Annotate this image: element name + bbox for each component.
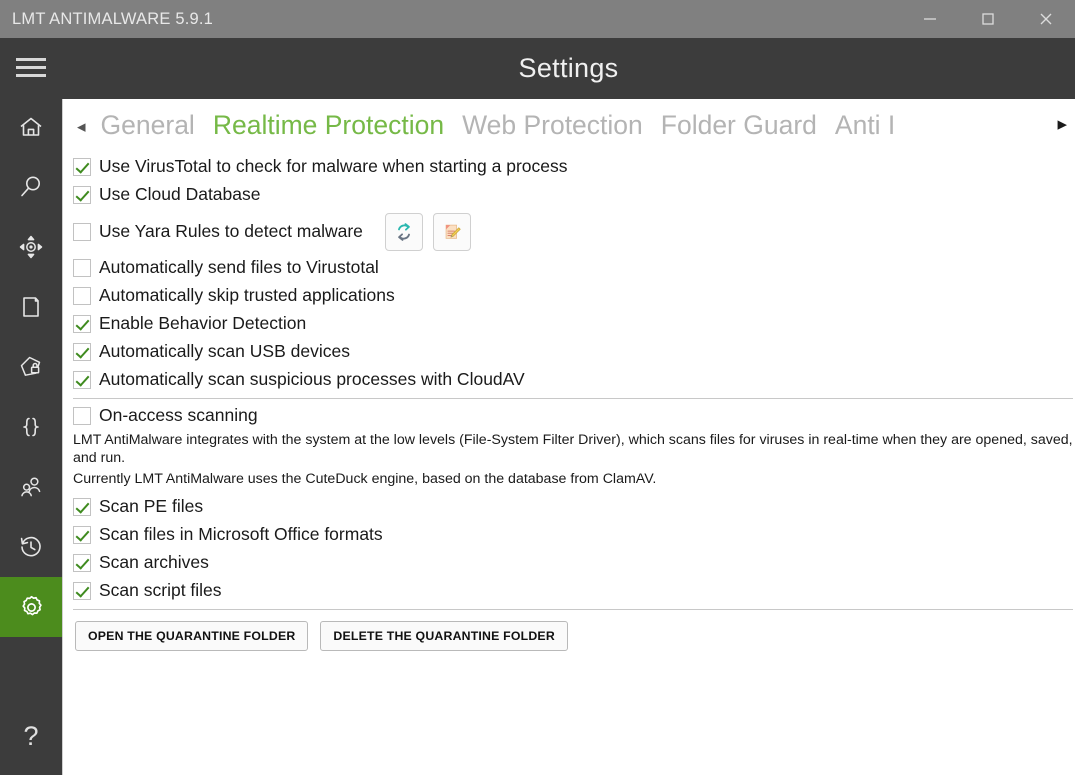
checkbox-scan-script-files[interactable] bbox=[73, 581, 91, 600]
hamburger-menu-icon[interactable] bbox=[0, 38, 62, 97]
option-row-auto-send-virustotal[interactable]: Automatically send files to Virustotal bbox=[73, 254, 1075, 282]
gear-icon bbox=[17, 593, 46, 622]
target-move-icon bbox=[17, 233, 45, 261]
option-label: Enable Behavior Detection bbox=[99, 313, 307, 334]
tab-bar: ◂ General Realtime Protection Web Protec… bbox=[63, 99, 1075, 153]
checkbox-use-virustotal[interactable] bbox=[73, 158, 91, 176]
checkbox-scan-usb[interactable] bbox=[73, 343, 91, 361]
option-row-behavior-detection[interactable]: Enable Behavior Detection bbox=[73, 310, 1075, 338]
open-quarantine-folder-button[interactable]: OPEN THE QUARANTINE FOLDER bbox=[75, 620, 309, 651]
option-label: Scan files in Microsoft Office formats bbox=[99, 523, 383, 544]
sync-refresh-icon bbox=[393, 221, 415, 243]
memo-pencil-icon bbox=[441, 221, 463, 243]
option-label: Scan script files bbox=[99, 579, 222, 600]
option-row-scan-archives[interactable]: Scan archives bbox=[73, 549, 1075, 577]
curly-braces-icon bbox=[17, 413, 45, 441]
window-controls bbox=[901, 0, 1075, 38]
checkbox-scan-archives[interactable] bbox=[73, 553, 91, 572]
document-icon bbox=[17, 293, 45, 321]
option-label: Automatically skip trusted applications bbox=[99, 285, 395, 306]
checkbox-scan-suspicious-cloudav[interactable] bbox=[73, 371, 91, 389]
page-title: Settings bbox=[518, 53, 619, 83]
option-label: Automatically send files to Virustotal bbox=[99, 257, 379, 278]
checkbox-scan-office-files[interactable] bbox=[73, 525, 91, 544]
option-label: Automatically scan USB devices bbox=[99, 341, 350, 362]
settings-content: ◂ General Realtime Protection Web Protec… bbox=[62, 99, 1075, 775]
checkbox-scan-pe-files[interactable] bbox=[73, 497, 91, 516]
history-icon bbox=[17, 533, 45, 561]
tab-anti-i[interactable]: Anti I bbox=[826, 111, 904, 140]
option-label: On-access scanning bbox=[99, 405, 258, 426]
option-label: Use Yara Rules to detect malware bbox=[99, 220, 363, 241]
search-icon bbox=[17, 173, 45, 201]
sidebar-item-tools[interactable] bbox=[0, 217, 62, 277]
hamburger-bar bbox=[16, 66, 46, 69]
yara-edit-button[interactable] bbox=[432, 212, 471, 251]
chevron-right-icon[interactable]: ▸ bbox=[1051, 115, 1073, 134]
quarantine-button-row: OPEN THE QUARANTINE FOLDER DELETE THE QU… bbox=[73, 620, 1075, 651]
description-paragraph-1: LMT AntiMalware integrates with the syst… bbox=[73, 432, 1073, 467]
sidebar: ? bbox=[0, 38, 62, 775]
options-list: Use VirusTotal to check for malware when… bbox=[63, 153, 1075, 651]
sidebar-item-reports[interactable] bbox=[0, 277, 62, 337]
sidebar-item-protection[interactable] bbox=[0, 337, 62, 397]
option-row-auto-skip-trusted[interactable]: Automatically skip trusted applications bbox=[73, 282, 1075, 310]
checkbox-use-yara-rules[interactable] bbox=[73, 222, 91, 241]
checkbox-on-access-scanning[interactable] bbox=[73, 407, 91, 425]
close-button[interactable] bbox=[1017, 0, 1075, 38]
sidebar-item-home[interactable] bbox=[0, 97, 62, 157]
title-bar: LMT ANTIMALWARE 5.9.1 bbox=[0, 0, 1075, 38]
window-title: LMT ANTIMALWARE 5.9.1 bbox=[12, 9, 214, 28]
checkbox-use-cloud-database[interactable] bbox=[73, 186, 91, 204]
hamburger-bar bbox=[16, 58, 46, 61]
checkbox-auto-send-virustotal[interactable] bbox=[73, 259, 91, 277]
tab-folder-guard[interactable]: Folder Guard bbox=[652, 111, 826, 140]
option-label: Scan archives bbox=[99, 551, 209, 572]
home-icon bbox=[17, 113, 45, 141]
yara-refresh-button[interactable] bbox=[384, 212, 423, 251]
hamburger-bar bbox=[16, 74, 46, 77]
description-paragraph-2: Currently LMT AntiMalware uses the CuteD… bbox=[73, 471, 657, 488]
help-icon[interactable]: ? bbox=[0, 697, 62, 775]
option-row-scan-office-files[interactable]: Scan files in Microsoft Office formats bbox=[73, 521, 1075, 549]
page-header: Settings bbox=[62, 38, 1075, 99]
chevron-left-icon[interactable]: ◂ bbox=[71, 118, 92, 135]
sidebar-item-scan[interactable] bbox=[0, 157, 62, 217]
option-row-scan-pe-files[interactable]: Scan PE files bbox=[73, 493, 1075, 521]
app-window: LMT ANTIMALWARE 5.9.1 ? Settings ◂ Gener… bbox=[0, 0, 1075, 775]
option-row-use-cloud-database[interactable]: Use Cloud Database bbox=[73, 181, 1075, 209]
sidebar-item-users[interactable] bbox=[0, 457, 62, 517]
option-row-scan-usb[interactable]: Automatically scan USB devices bbox=[73, 338, 1075, 366]
tag-lock-icon bbox=[17, 353, 45, 381]
checkbox-behavior-detection[interactable] bbox=[73, 315, 91, 333]
delete-quarantine-folder-button[interactable]: DELETE THE QUARANTINE FOLDER bbox=[320, 620, 568, 651]
tab-general[interactable]: General bbox=[92, 111, 204, 140]
option-label: Scan PE files bbox=[99, 495, 204, 516]
option-row-use-virustotal[interactable]: Use VirusTotal to check for malware when… bbox=[73, 153, 1075, 181]
users-icon bbox=[17, 473, 45, 501]
minimize-button[interactable] bbox=[901, 0, 959, 38]
option-label: Automatically scan suspicious processes … bbox=[99, 369, 525, 390]
tab-realtime-protection[interactable]: Realtime Protection bbox=[204, 111, 453, 140]
sidebar-item-scripts[interactable] bbox=[0, 397, 62, 457]
option-row-use-yara-rules[interactable]: Use Yara Rules to detect malware bbox=[73, 209, 1075, 254]
sidebar-item-settings[interactable] bbox=[0, 577, 62, 637]
option-row-scan-suspicious-cloudav[interactable]: Automatically scan suspicious processes … bbox=[73, 366, 1075, 394]
maximize-button[interactable] bbox=[959, 0, 1017, 38]
option-label: Use Cloud Database bbox=[99, 184, 261, 205]
option-row-scan-script-files[interactable]: Scan script files bbox=[73, 577, 1075, 605]
divider bbox=[73, 398, 1073, 399]
sidebar-item-history[interactable] bbox=[0, 517, 62, 577]
option-label: Use VirusTotal to check for malware when… bbox=[99, 156, 568, 177]
checkbox-auto-skip-trusted[interactable] bbox=[73, 287, 91, 305]
tab-web-protection[interactable]: Web Protection bbox=[453, 111, 652, 140]
option-row-on-access-scanning[interactable]: On-access scanning bbox=[73, 402, 1075, 430]
divider bbox=[73, 608, 1073, 610]
